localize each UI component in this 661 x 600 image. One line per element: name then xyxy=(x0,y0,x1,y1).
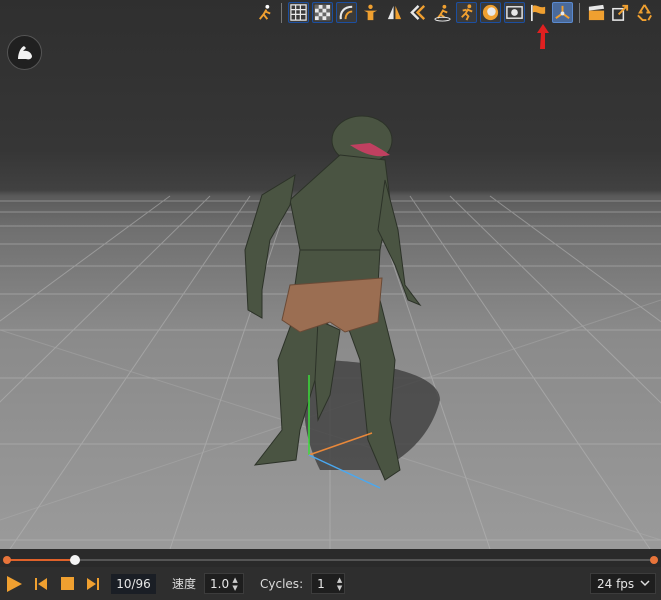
stop-button[interactable] xyxy=(56,573,78,595)
timeline-track[interactable] xyxy=(7,559,654,561)
motion-path-icon xyxy=(434,4,451,22)
clapper-button[interactable] xyxy=(586,2,607,23)
run-icon xyxy=(461,4,473,21)
next-frame-icon xyxy=(87,577,99,590)
3d-viewport[interactable] xyxy=(0,0,661,549)
timeline-slider[interactable] xyxy=(0,549,661,567)
muscle-mode-button[interactable] xyxy=(7,35,42,70)
timeline-playhead[interactable] xyxy=(69,555,80,565)
floor-grid xyxy=(0,115,661,549)
mirror-icon xyxy=(387,5,402,20)
circle-gizmo-button[interactable] xyxy=(480,2,501,23)
timeline-end-marker[interactable] xyxy=(650,556,658,564)
play-button[interactable] xyxy=(3,573,25,595)
export-button[interactable] xyxy=(610,2,631,23)
fps-value: 24 fps xyxy=(597,576,635,591)
stop-icon xyxy=(60,577,74,590)
toolbar-separator xyxy=(579,2,580,23)
muscle-arm-icon xyxy=(17,45,32,59)
speed-value[interactable]: 1.0 xyxy=(210,577,229,591)
walk-pose-icon xyxy=(259,4,271,20)
character-icon xyxy=(363,4,378,21)
axis-gizmo-button[interactable] xyxy=(552,2,573,23)
fps-select[interactable]: 24 fps xyxy=(590,573,656,594)
recycle-icon xyxy=(637,4,652,22)
chevron-down-icon xyxy=(640,580,650,587)
frame-counter: 10/96 xyxy=(111,573,156,594)
prev-frame-icon xyxy=(35,577,47,590)
camera-frame-button[interactable] xyxy=(504,2,525,23)
prev-frame-button[interactable] xyxy=(31,573,53,595)
next-frame-button[interactable] xyxy=(81,573,103,595)
cycles-value[interactable]: 1 xyxy=(317,577,335,591)
spin-arrows-icon[interactable]: ▲ ▼ xyxy=(335,576,344,592)
grid-button[interactable] xyxy=(288,2,309,23)
undo-curve-icon xyxy=(339,5,353,20)
step-back-icon xyxy=(410,5,426,20)
axis-gizmo-icon xyxy=(555,5,570,19)
recycle-button[interactable] xyxy=(634,2,655,23)
checker-grid-icon xyxy=(314,4,331,21)
red-arrow-annotation-icon xyxy=(537,24,549,49)
character-button[interactable] xyxy=(360,2,381,23)
flag-icon xyxy=(530,4,546,22)
clapper-icon xyxy=(588,4,605,21)
toolbar-separator xyxy=(281,2,282,23)
export-icon xyxy=(612,4,629,21)
speed-stepper[interactable]: 1.0 ▲ ▼ xyxy=(204,573,245,594)
grid-icon xyxy=(290,4,307,21)
checker-grid-button[interactable] xyxy=(312,2,333,23)
camera-frame-icon xyxy=(506,6,523,19)
circle-gizmo-icon xyxy=(482,4,499,21)
mirror-button[interactable] xyxy=(384,2,405,23)
cycles-stepper[interactable]: 1 ▲ ▼ xyxy=(311,573,346,594)
undo-curve-button[interactable] xyxy=(336,2,357,23)
timeline-start-marker[interactable] xyxy=(3,556,11,564)
motion-path-button[interactable] xyxy=(432,2,453,23)
run-button[interactable] xyxy=(456,2,477,23)
timeline-progress xyxy=(7,559,75,561)
walk-pose-button[interactable] xyxy=(254,2,275,23)
speed-label: 速度 xyxy=(172,577,197,591)
app-window: 10/96 速度 1.0 ▲ ▼ Cycles: 1 ▲ ▼ 24 fps xyxy=(0,0,661,600)
spin-arrows-icon[interactable]: ▲ ▼ xyxy=(229,576,241,592)
step-back-button[interactable] xyxy=(408,2,429,23)
flag-button[interactable] xyxy=(528,2,549,23)
cycles-label: Cycles: xyxy=(260,576,304,591)
toolbar xyxy=(254,0,655,25)
playback-controls: 10/96 速度 1.0 ▲ ▼ Cycles: 1 ▲ ▼ 24 fps xyxy=(0,567,661,600)
play-icon xyxy=(7,575,22,592)
